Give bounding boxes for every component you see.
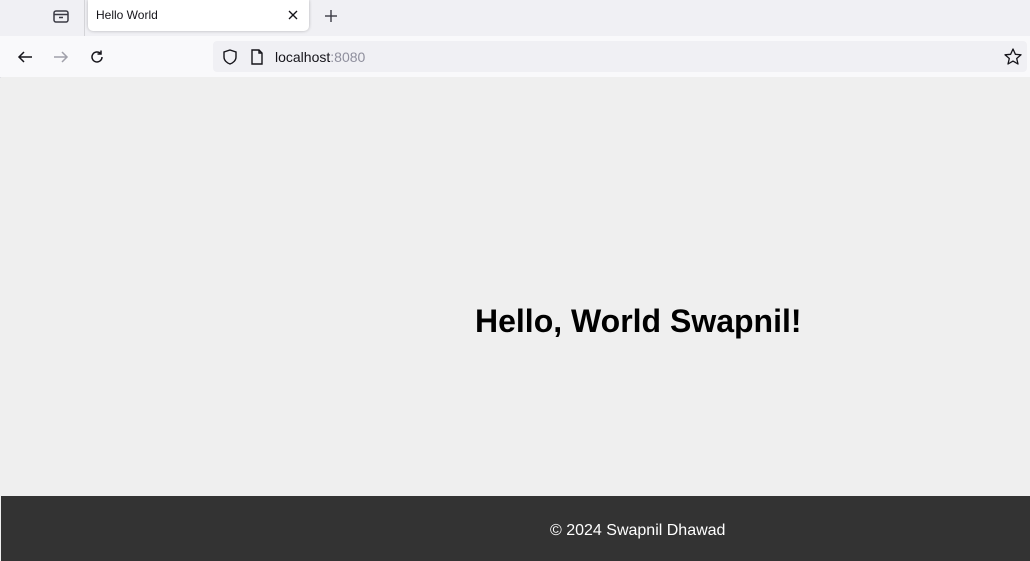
tab-divider	[84, 0, 85, 36]
url-text[interactable]: localhost:8080	[275, 49, 365, 65]
back-button[interactable]	[12, 44, 38, 70]
tab-list-button[interactable]	[44, 3, 78, 29]
back-arrow-icon	[17, 49, 33, 65]
address-bar[interactable]: localhost:8080	[213, 41, 1027, 72]
footer-copyright: © 2024 Swapnil Dhawad	[550, 522, 726, 539]
tab-hello-world[interactable]: Hello World	[88, 0, 309, 31]
url-host: localhost	[275, 49, 331, 65]
plus-icon	[324, 9, 338, 23]
tab-list-icon	[52, 8, 70, 24]
reload-button[interactable]	[84, 44, 110, 70]
page-icon[interactable]	[249, 48, 265, 66]
page-footer: © 2024 Swapnil Dhawad	[1, 496, 1030, 561]
navigation-toolbar: localhost:8080	[0, 36, 1030, 78]
forward-arrow-icon	[53, 49, 69, 65]
page-heading: Hello, World Swapnil!	[475, 303, 802, 339]
new-tab-button[interactable]	[320, 5, 342, 27]
star-icon[interactable]	[1003, 47, 1023, 67]
url-port: :8080	[330, 49, 366, 65]
close-icon[interactable]	[285, 7, 301, 23]
shield-icon[interactable]	[221, 48, 239, 66]
tab-title: Hello World	[96, 8, 158, 22]
page-content	[1, 77, 1030, 496]
reload-icon	[89, 49, 105, 65]
tab-strip: Hello World	[0, 0, 1030, 36]
forward-button[interactable]	[48, 44, 74, 70]
